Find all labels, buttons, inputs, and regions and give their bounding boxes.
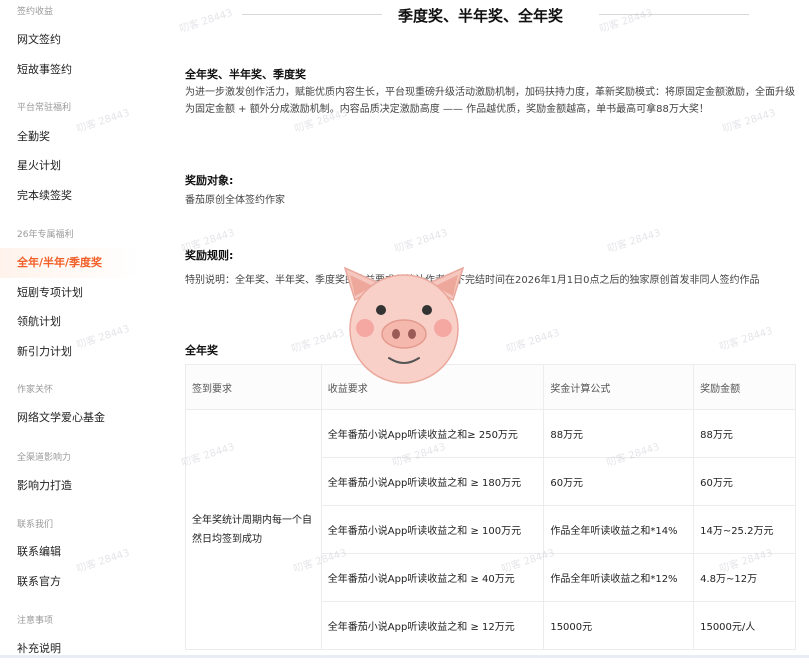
amount-cell: 14万~25.2万元 [693,505,796,554]
sidebar-item-annual-awards[interactable]: 全年/半年/季度奖 [0,248,140,278]
target-text: 番茄原创全体签约作家 [185,195,285,206]
sidebar-section-title: 26年专属福利 [17,230,74,240]
sidebar-item-contact-editor[interactable]: 联系编辑 [0,537,140,567]
income-cell: 全年番茄小说App听读收益之和 ≥ 40万元 [320,553,545,602]
sidebar-item-short-story-contract[interactable]: 短故事签约 [0,55,140,85]
sidebar-item-love-fund[interactable]: 网络文学爱心基金 [0,403,140,433]
sidebar-item-spark-plan[interactable]: 星火计划 [0,151,140,181]
sidebar-item-influence[interactable]: 影响力打造 [0,471,140,501]
amount-cell: 88万元 [693,409,796,458]
income-cell: 全年番茄小说App听读收益之和 ≥ 100万元 [320,505,545,554]
sidebar-item-pilot-plan[interactable]: 领航计划 [0,307,140,337]
sidebar-item-contact-official[interactable]: 联系官方 [0,567,140,597]
sidebar-item-web-novel-contract[interactable]: 网文签约 [0,25,140,55]
income-cell: 全年番茄小说App听读收益之和 ≥ 12万元 [320,601,545,650]
income-cell: 全年番茄小说App听读收益之和 ≥ 180万元 [320,457,545,506]
sidebar-section-title: 注意事项 [17,616,54,626]
watermark: 叨客 28443 [290,327,346,356]
signin-requirement-cell: 全年奖统计周期内每一个自然日均签到成功 [185,409,322,650]
formula-cell: 15000元 [543,601,695,650]
page-header: 季度奖、半年奖、全年奖 [152,0,809,30]
sidebar-section-title: 作家关怀 [17,385,54,395]
intro-text: 为进一步激发创作活力，赋能优质内容生长，平台现重磅升级活动激励机制，加码扶持力度… [185,87,795,115]
rules-heading: 奖励规则: [185,249,234,262]
annual-award-heading: 全年奖 [185,344,218,357]
formula-cell: 60万元 [543,457,695,506]
watermark: 叨客 28443 [505,327,561,356]
sidebar-section-title: 全渠道影响力 [17,453,72,463]
sidebar-item-short-drama-plan[interactable]: 短剧专项计划 [0,278,140,308]
pig-face-icon [341,266,467,384]
rules-text: 特别说明：全年奖、半年奖、季度奖的收益要求仅统计作者名下完结时间在2026年1月… [185,275,760,286]
sidebar-section-title: 联系我们 [17,520,54,530]
column-header-signin: 签到要求 [185,364,322,410]
amount-cell: 15000元/人 [693,601,796,650]
sidebar-item-new-gravity-plan[interactable]: 新引力计划 [0,337,140,367]
table-row: 全年奖统计周期内每一个自然日均签到成功 全年番茄小说App听读收益之和≥ 250… [185,409,796,650]
sidebar-item-completion-renewal[interactable]: 完本续签奖 [0,181,140,211]
watermark: 叨客 28443 [393,227,449,256]
watermark: 叨客 28443 [606,227,662,256]
page-title: 季度奖、半年奖、全年奖 [397,7,563,25]
sidebar-section-title: 签约收益 [17,7,54,17]
table-header-row: 签到要求 收益要求 奖金计算公式 奖励金额 [185,364,796,410]
amount-cell: 60万元 [693,457,796,506]
sidebar: 签约收益 网文签约 短故事签约 平台常驻福利 全勤奖 星火计划 完本续签奖 26… [0,0,140,658]
income-cell: 全年番茄小说App听读收益之和≥ 250万元 [320,409,545,458]
amount-cell: 4.8万~12万 [693,553,796,602]
column-header-formula: 奖金计算公式 [543,364,695,410]
watermark: 叨客 28443 [718,325,774,354]
sidebar-item-supplement[interactable]: 补充说明 [0,634,140,664]
header-divider-right [599,14,749,15]
annual-award-table: 签到要求 收益要求 奖金计算公式 奖励金额 全年奖统计周期内每一个自然日均签到成… [185,364,796,650]
sidebar-section-title: 平台常驻福利 [17,103,72,113]
formula-cell: 88万元 [543,409,695,458]
column-header-amount: 奖励金额 [693,364,796,410]
sidebar-item-attendance-award[interactable]: 全勤奖 [0,122,140,152]
formula-cell: 作品全年听读收益之和*14% [543,505,695,554]
intro-heading: 全年奖、半年奖、季度奖 [185,68,306,81]
target-heading: 奖励对象: [185,174,234,187]
formula-cell: 作品全年听读收益之和*12% [543,553,695,602]
